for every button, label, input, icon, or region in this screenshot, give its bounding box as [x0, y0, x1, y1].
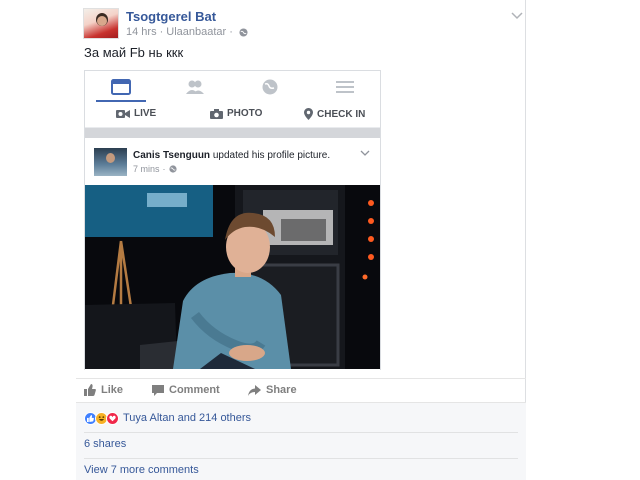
divider [84, 458, 518, 459]
meta-separator: · [229, 26, 233, 38]
meta-separator: · [159, 26, 164, 38]
photo-label: PHOTO [227, 108, 263, 119]
chevron-down-icon[interactable] [511, 12, 523, 20]
like-label: Like [101, 384, 124, 396]
post-footer: Tuya Altan and 214 others 6 shares View … [76, 402, 526, 480]
author-avatar[interactable] [83, 8, 119, 39]
inner-post-time[interactable]: 7 mins [133, 164, 160, 174]
love-reaction-icon [106, 411, 119, 425]
post-card: Tsogtgerel Bat 14 hrs · Ulaanbaatar · За… [76, 0, 526, 480]
share-label: Share [266, 384, 297, 396]
menu-icon [336, 81, 354, 93]
post-time[interactable]: 14 hrs [126, 26, 157, 38]
profile-photo-image [85, 185, 380, 369]
composer-row: LIVE PHOTO CHECK IN [85, 102, 380, 128]
post-actions: Like Comment Share [76, 378, 526, 402]
meta-separator: · [162, 164, 166, 174]
avatar-face [106, 153, 115, 163]
photo-button[interactable]: PHOTO [210, 108, 262, 119]
camera-icon [210, 108, 223, 119]
post-header: Tsogtgerel Bat 14 hrs · Ulaanbaatar · [83, 8, 523, 40]
post-meta: 14 hrs · Ulaanbaatar · [126, 26, 248, 38]
reactions-text[interactable]: Tuya Altan and 214 others [123, 412, 251, 424]
thumbs-up-icon [84, 384, 96, 396]
inner-post-title: Canis Tsenguun updated his profile pictu… [133, 150, 330, 161]
live-button[interactable]: LIVE [116, 108, 156, 119]
view-more-comments-link[interactable]: View 7 more comments [84, 464, 199, 476]
location-pin-icon [304, 108, 313, 120]
globe-icon [262, 79, 278, 95]
comment-label: Comment [169, 384, 220, 396]
globe-icon [239, 27, 248, 37]
inner-post: Canis Tsenguun updated his profile pictu… [85, 138, 380, 371]
inner-author-name[interactable]: Canis Tsenguun [133, 150, 210, 161]
avatar-face [97, 16, 107, 26]
news-feed-icon [111, 79, 131, 95]
globe-icon [168, 165, 177, 173]
divider [84, 432, 518, 433]
chevron-down-icon[interactable] [360, 150, 370, 156]
inner-post-action: updated his profile picture. [212, 150, 331, 161]
friends-icon [186, 80, 204, 94]
post-text: За май Fb нь ккк [84, 45, 184, 60]
share-arrow-icon [248, 384, 261, 396]
like-button[interactable]: Like [84, 384, 123, 396]
reactions-summary[interactable]: Tuya Altan and 214 others [84, 409, 251, 427]
live-label: LIVE [134, 108, 157, 119]
checkin-label: CHECK IN [317, 108, 366, 120]
inner-author-avatar[interactable] [94, 148, 127, 176]
comment-button[interactable]: Comment [152, 384, 220, 396]
share-button[interactable]: Share [248, 384, 297, 396]
video-camera-icon [116, 109, 130, 118]
profile-photo[interactable] [85, 185, 380, 369]
author-name[interactable]: Tsogtgerel Bat [126, 9, 216, 24]
checkin-button[interactable]: CHECK IN [304, 108, 365, 120]
inner-post-meta: 7 mins · [133, 164, 177, 174]
post-location[interactable]: Ulaanbaatar [166, 26, 226, 38]
comment-icon [152, 384, 164, 396]
shares-count[interactable]: 6 shares [84, 438, 126, 450]
feed-divider [85, 128, 380, 138]
shared-screenshot[interactable]: LIVE PHOTO CHECK IN Canis Tsenguun updat… [84, 70, 381, 371]
screenshot-nav [85, 71, 380, 101]
